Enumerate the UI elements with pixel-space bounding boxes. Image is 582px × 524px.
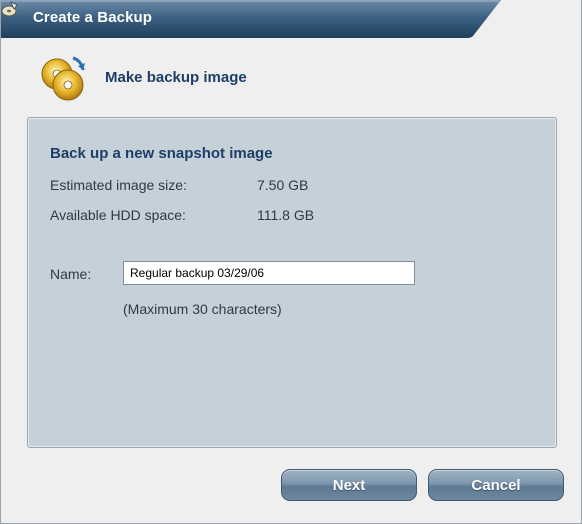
next-button[interactable]: Next <box>281 469 417 501</box>
estimated-size-label: Estimated image size: <box>50 177 187 193</box>
available-space-value: 111.8 GB <box>257 207 315 223</box>
name-hint: (Maximum 30 characters) <box>123 301 282 317</box>
backup-discs-icon <box>41 56 85 101</box>
estimated-size-value: 7.50 GB <box>257 177 309 193</box>
title-bar[interactable]: Create a Backup <box>1 0 501 38</box>
backup-name-input[interactable] <box>123 261 415 285</box>
window-title: Create a Backup <box>33 9 153 26</box>
header-title: Make backup image <box>105 69 247 86</box>
available-space-label: Available HDD space: <box>50 207 186 223</box>
name-label: Name: <box>50 266 92 282</box>
cancel-button[interactable]: Cancel <box>428 469 564 501</box>
backup-app-icon <box>1 1 18 17</box>
create-backup-window: Create a Backup Make backup image Back u… <box>0 0 582 524</box>
backup-details-panel: Back up a new snapshot image Estimated i… <box>27 117 557 448</box>
panel-heading: Back up a new snapshot image <box>50 145 273 162</box>
